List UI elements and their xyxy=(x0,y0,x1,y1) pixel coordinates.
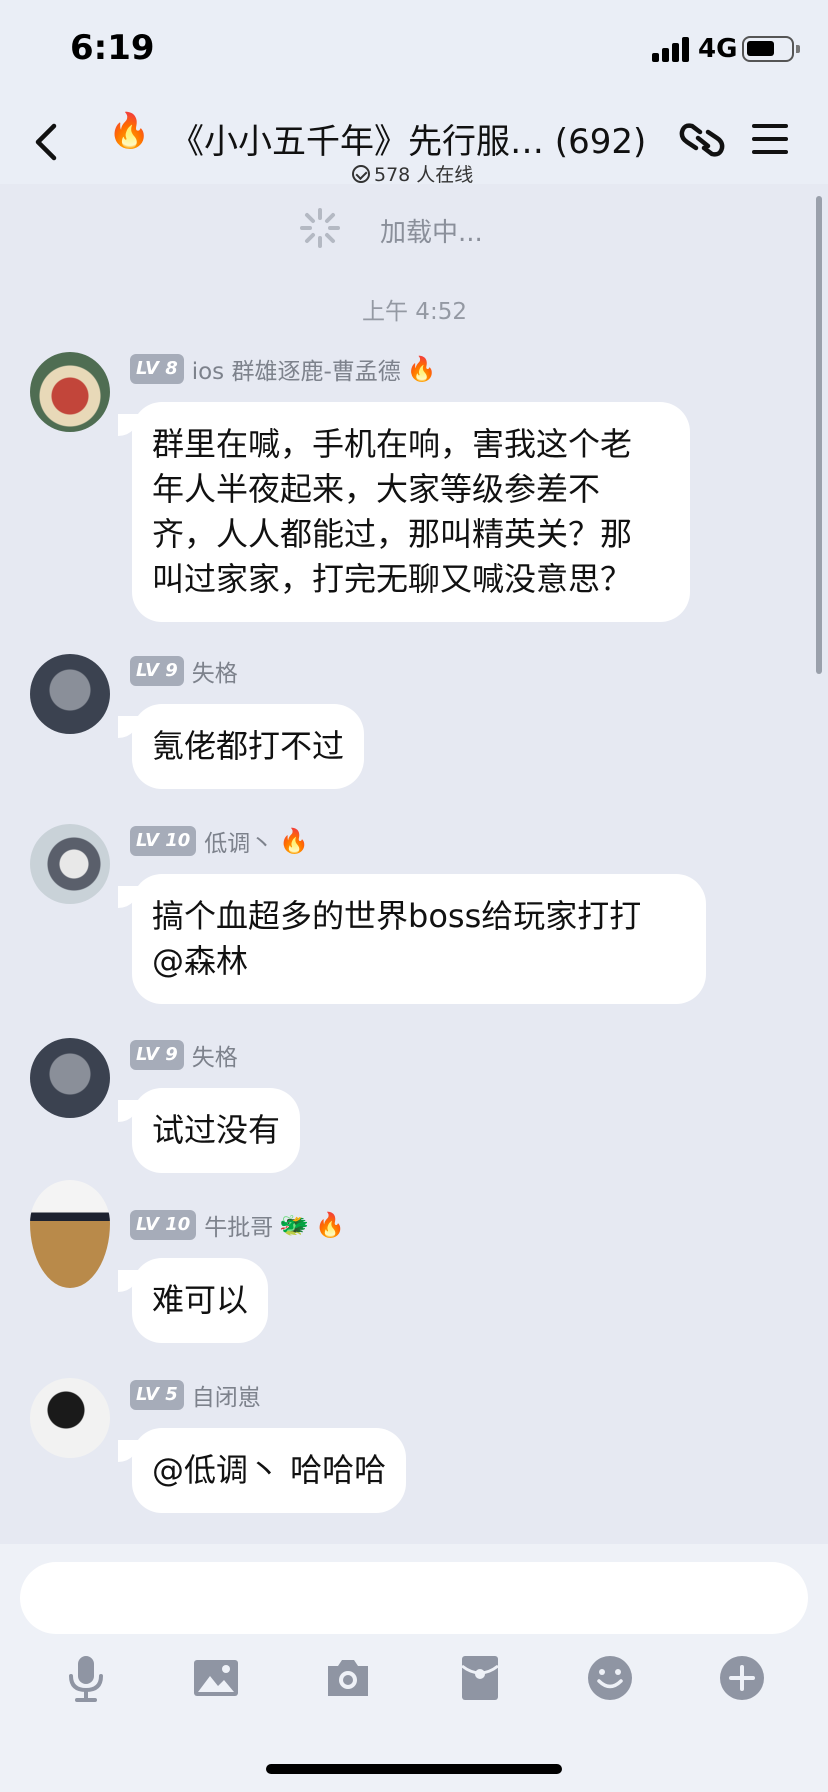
fire-icon: 🔥 xyxy=(315,1211,346,1239)
message-line: 试过没有 xyxy=(152,1111,281,1149)
fire-icon: 🔥 xyxy=(279,827,310,855)
message-line: 氪佬都打不过 xyxy=(152,727,345,765)
status-bar: 6:19 4G xyxy=(0,0,828,96)
message-bubble[interactable]: 氪佬都打不过 xyxy=(118,704,365,789)
chat-header: 🔥 《小小五千年》先行服… (692) 578 人在线 xyxy=(0,96,828,187)
status-time: 6:19 xyxy=(70,28,155,68)
message-line: 年人半夜起来，大家等级参差不 xyxy=(152,470,601,508)
level-badge: LV 8 xyxy=(130,354,184,384)
message-line: 群里在喊，手机在响，害我这个老 xyxy=(152,425,633,463)
message-meta: LV 5 自闭崽 xyxy=(130,1378,261,1411)
avatar[interactable] xyxy=(30,1038,110,1118)
online-count-text: 578 人在线 xyxy=(374,164,474,186)
fire-icon: 🔥 xyxy=(108,111,151,151)
online-check-icon xyxy=(352,165,370,183)
fire-icon: 🔥 xyxy=(406,355,437,383)
back-icon[interactable] xyxy=(30,122,66,162)
message-timestamp: 上午 4:52 xyxy=(362,299,467,325)
username[interactable]: 失格 xyxy=(192,1038,238,1072)
home-indicator[interactable] xyxy=(266,1764,562,1774)
level-badge: LV 9 xyxy=(130,1040,184,1070)
message-line: 搞个血超多的世界boss给玩家打打 xyxy=(152,897,642,935)
online-count: 578 人在线 xyxy=(352,160,473,187)
message-line: @森林 xyxy=(152,942,249,980)
message-line: 叫过家家，打完无聊又喊没意思？ xyxy=(152,560,633,598)
message-meta: LV 8 ios 群雄逐鹿-曹孟德 🔥 xyxy=(130,352,437,385)
avatar[interactable] xyxy=(30,1378,110,1458)
avatar[interactable] xyxy=(30,824,110,904)
username[interactable]: ios 群雄逐鹿-曹孟德 xyxy=(192,352,401,386)
microphone-icon[interactable] xyxy=(62,1654,110,1702)
message-bubble[interactable]: 试过没有 xyxy=(118,1088,301,1173)
link-icon[interactable] xyxy=(678,116,726,164)
message-meta: LV 9 失格 xyxy=(130,1038,238,1071)
level-badge: LV 5 xyxy=(130,1380,184,1410)
level-badge: LV 10 xyxy=(130,1210,197,1240)
message-meta: LV 9 失格 xyxy=(130,654,238,687)
avatar[interactable] xyxy=(30,654,110,734)
group-title: 《小小五千年》先行服… (692) xyxy=(170,122,647,162)
message-bubble[interactable]: 搞个血超多的世界boss给玩家打打 @森林 xyxy=(118,874,706,1004)
emoji-icon[interactable] xyxy=(586,1654,634,1702)
menu-icon[interactable] xyxy=(752,124,788,154)
level-badge: LV 9 xyxy=(130,656,184,686)
username[interactable]: 自闭崽 xyxy=(192,1378,261,1412)
red-packet-icon[interactable] xyxy=(456,1654,504,1702)
message-line: 难可以 xyxy=(152,1281,249,1319)
dragon-icon: 🐲 xyxy=(279,1211,310,1239)
image-icon[interactable] xyxy=(192,1654,240,1702)
message-input[interactable] xyxy=(20,1562,808,1634)
message-meta: LV 10 低调丶 🔥 xyxy=(130,824,310,857)
signal-icon xyxy=(652,36,692,62)
level-badge: LV 10 xyxy=(130,826,197,856)
message-line: @低调丶 哈哈哈 xyxy=(152,1451,387,1489)
message-bubble[interactable]: 群里在喊，手机在响，害我这个老 年人半夜起来，大家等级参差不 齐，人人都能过，那… xyxy=(118,402,690,622)
username[interactable]: 低调丶 xyxy=(204,824,273,858)
battery-icon xyxy=(742,36,800,62)
network-type: 4G xyxy=(698,34,738,64)
plus-icon[interactable] xyxy=(718,1654,766,1702)
message-meta: LV 10 牛批哥 🐲 🔥 xyxy=(130,1208,346,1241)
chat-area[interactable] xyxy=(0,184,828,1544)
username[interactable]: 牛批哥 xyxy=(204,1208,273,1242)
input-area xyxy=(0,1544,828,1792)
message-bubble[interactable]: @低调丶 哈哈哈 xyxy=(118,1428,407,1513)
scrollbar[interactable] xyxy=(816,196,822,674)
message-bubble[interactable]: 难可以 xyxy=(118,1258,269,1343)
loading-text: 加载中... xyxy=(380,218,483,248)
spinner-icon xyxy=(300,208,340,248)
username[interactable]: 失格 xyxy=(192,654,238,688)
camera-icon[interactable] xyxy=(324,1654,372,1702)
avatar[interactable] xyxy=(30,352,110,432)
message-line: 齐，人人都能过，那叫精英关？那 xyxy=(152,515,633,553)
